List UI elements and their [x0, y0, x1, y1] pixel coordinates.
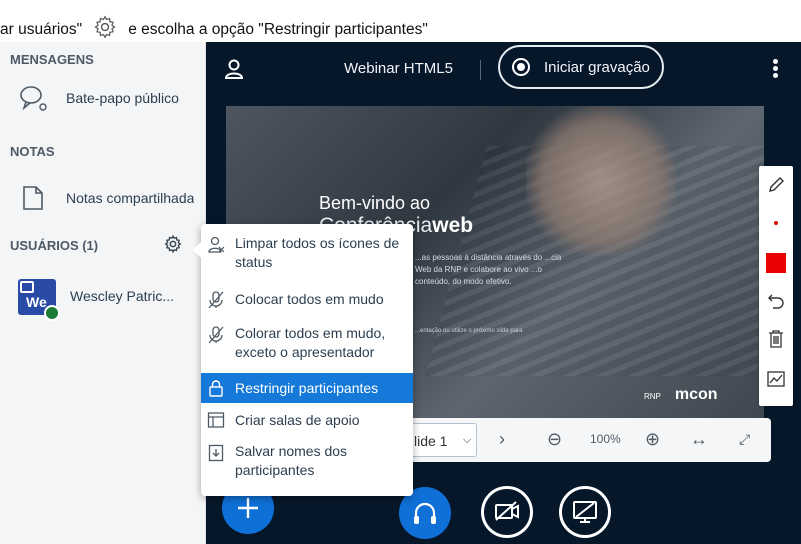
user-toggle-icon[interactable]	[223, 58, 245, 80]
slide-description: ...as pessoas à distância através do ...…	[415, 253, 562, 286]
menu-item-label: Colocar todos em mudo	[235, 291, 384, 307]
rnp-logo: RNP	[644, 392, 661, 401]
user-clear-icon	[207, 236, 225, 254]
menu-item-mute-all[interactable]: Colocar todos em mudo	[201, 290, 413, 314]
mconf-logo: mcon	[674, 386, 718, 403]
users-settings-gear-icon[interactable]	[163, 234, 183, 254]
menu-item-mute-all-except-presenter[interactable]: Colorar todos em mudo, exceto o apresent…	[201, 324, 413, 368]
menu-item-label: Salvar nomes dos participantes	[235, 443, 348, 478]
chat-bubble-icon	[18, 83, 48, 113]
notes-icon	[18, 183, 48, 213]
slide-select[interactable]: lide 1 ⌵	[405, 423, 477, 457]
user-name: Wescley Patric...	[70, 288, 174, 304]
menu-item-breakout-rooms[interactable]: Criar salas de apoio	[201, 408, 413, 434]
slide-welcome-text: Bem-vindo ao	[319, 193, 431, 213]
slide-note: ...entação ou utilize o próximo slide pa…	[415, 328, 523, 334]
record-label: Iniciar gravação	[544, 59, 650, 76]
undo-icon[interactable]	[759, 284, 793, 318]
menu-item-label: Colorar todos em mudo, exceto o apresent…	[235, 325, 386, 360]
sidebar-item-label: Notas compartilhadas	[66, 190, 194, 206]
next-slide-icon[interactable]: ›	[499, 428, 505, 450]
download-icon	[207, 444, 225, 462]
presenter-icon	[20, 281, 34, 293]
menu-arrow	[193, 242, 201, 258]
zoom-level: 100%	[590, 432, 621, 446]
slide-select-value: lide 1	[414, 433, 448, 449]
mic-status-icon	[44, 305, 60, 321]
messages-section-title: MENSAGENS	[10, 52, 94, 67]
menu-item-restrict-participants[interactable]: Restringir participantes	[201, 373, 413, 403]
whiteboard-toolbar	[759, 166, 793, 406]
slide-logos: RNP mcon	[644, 386, 718, 404]
start-recording-button[interactable]: Iniciar gravação	[498, 45, 664, 89]
thickness-icon[interactable]	[759, 206, 793, 240]
divider	[480, 60, 481, 80]
multi-user-icon[interactable]	[759, 362, 793, 396]
fit-width-icon[interactable]: ↔	[690, 428, 708, 450]
users-options-menu: Limpar todos os ícones de status Colocar…	[193, 224, 413, 496]
user-list-item[interactable]: We Wescley Patric...	[0, 268, 206, 326]
sidebar-item-shared-notes[interactable]: Notas compartilhadas	[0, 176, 206, 220]
users-section-title: USUÁRIOS (1)	[10, 238, 99, 253]
video-off-button[interactable]	[481, 486, 533, 538]
meeting-title: Webinar HTML5	[344, 60, 453, 77]
instruction-caption: ar usuários" e escolha a opção "Restring…	[0, 15, 801, 42]
menu-item-clear-status[interactable]: Limpar todos os ícones de status	[201, 234, 413, 282]
trash-icon[interactable]	[759, 322, 793, 356]
mic-mute-icon	[207, 291, 225, 309]
screen-share-off-button[interactable]	[559, 486, 611, 538]
notes-section-title: NOTAS	[10, 144, 55, 159]
presentation-toolbar: lide 1 ⌵ › ⊖ 100% ⊕ ↔ ⤢	[399, 418, 771, 462]
color-picker-icon[interactable]	[759, 246, 793, 280]
rooms-icon	[207, 411, 225, 429]
avatar: We	[18, 279, 60, 321]
menu-item-save-participant-names[interactable]: Salvar nomes dos participantes	[201, 442, 413, 490]
caption-text-before: ar usuários"	[0, 21, 83, 38]
sidebar: MENSAGENS Bate-papo público NOTAS Notas …	[0, 42, 206, 544]
menu-item-label: Criar salas de apoio	[235, 412, 360, 428]
avatar-initials: We	[26, 294, 47, 310]
sidebar-item-label: Bate-papo público	[66, 90, 179, 106]
fullscreen-icon[interactable]: ⤢	[739, 428, 750, 450]
gear-icon	[92, 14, 118, 40]
slide-brand-bold: web	[432, 214, 474, 237]
menu-item-label: Limpar todos os ícones de status	[235, 235, 400, 270]
menu-item-label: Restringir participantes	[235, 380, 379, 396]
mic-mute-icon	[207, 326, 225, 344]
sidebar-item-public-chat[interactable]: Bate-papo público	[0, 76, 206, 120]
pencil-icon[interactable]	[759, 168, 793, 202]
record-icon	[512, 58, 530, 76]
lock-icon	[207, 379, 225, 397]
zoom-in-icon[interactable]: ⊕	[645, 428, 660, 450]
options-menu-icon[interactable]	[773, 59, 779, 79]
zoom-out-icon[interactable]: ⊖	[547, 428, 562, 450]
chevron-down-icon: ⌵	[463, 434, 472, 446]
caption-text-after: e escolha a opção "Restringir participan…	[128, 21, 428, 38]
